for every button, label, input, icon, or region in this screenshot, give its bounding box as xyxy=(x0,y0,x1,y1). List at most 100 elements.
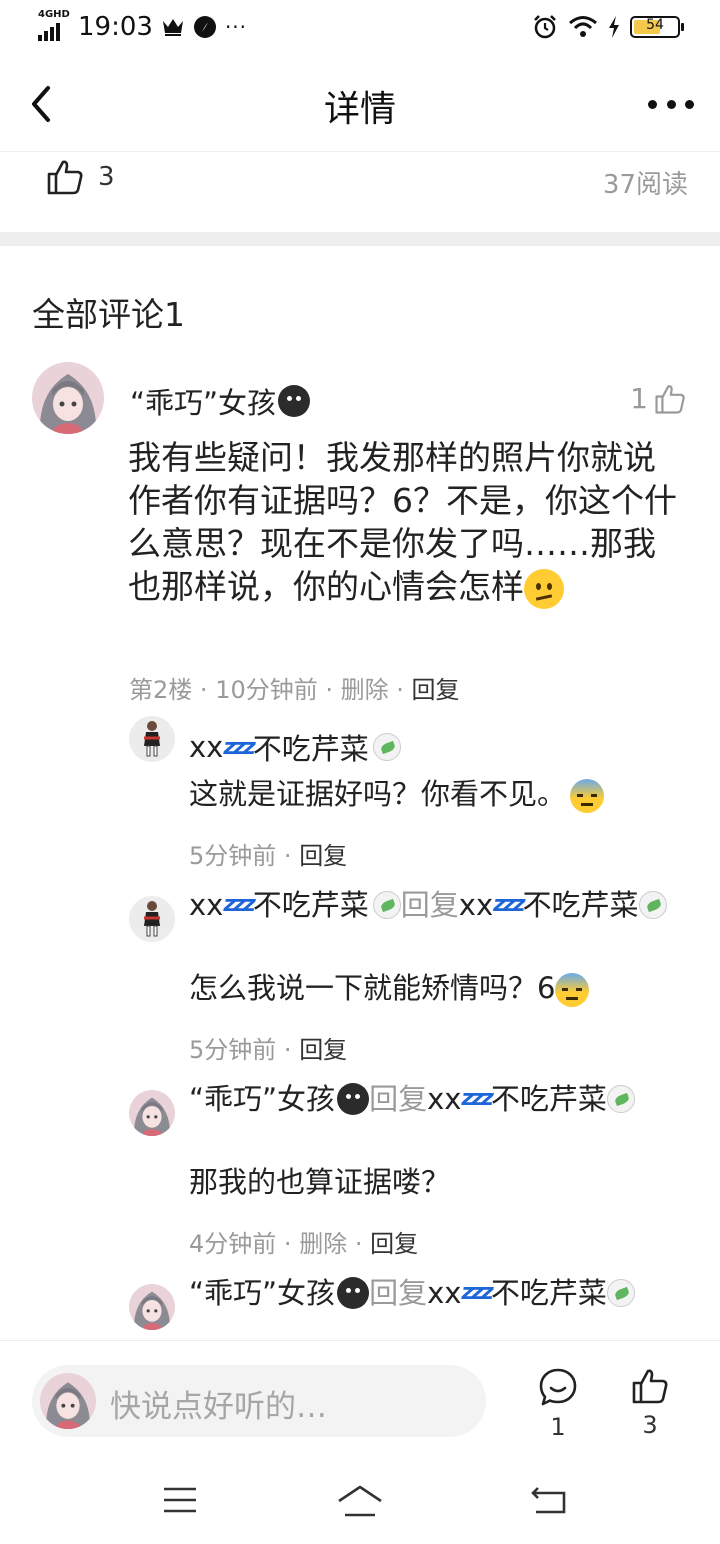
reply-target-suffix: 不吃芹菜 xyxy=(490,1082,607,1116)
reply-to-label: 回复 xyxy=(369,1082,428,1116)
cold-sweat-face-icon xyxy=(570,779,605,813)
avatar[interactable] xyxy=(129,716,175,762)
reply-text: 怎么我说一下就能矫情吗？6 xyxy=(189,968,689,1008)
battery-icon: 54 xyxy=(630,16,684,38)
leaf-icon xyxy=(606,1279,635,1307)
comment-count: 1 xyxy=(550,1413,566,1441)
reply-meta: 5分钟前 · 回复 xyxy=(189,842,348,870)
home-button[interactable] xyxy=(336,1484,384,1524)
reply-author-name: “乖巧”女孩 xyxy=(189,1276,336,1310)
comment-time: 10分钟前 xyxy=(215,676,318,704)
chat-bubble-icon xyxy=(539,1368,577,1406)
comment-like-count: 1 xyxy=(630,382,648,415)
charging-icon xyxy=(609,16,619,38)
section-divider xyxy=(0,232,720,246)
reply-author[interactable]: xx zzz 不吃芹菜 回复 xx zzz 不吃芹菜 xyxy=(189,886,689,924)
reply-author[interactable]: “乖巧”女孩 回复 xx zzz 不吃芹菜 xyxy=(189,1080,689,1118)
reply-target-name[interactable]: xx xyxy=(427,1274,461,1312)
zzz-icon: zzz xyxy=(223,892,255,917)
reply-text-content: 这就是证据好吗？你看不见。 xyxy=(189,777,567,811)
comment-like-button[interactable]: 1 xyxy=(630,382,686,415)
leaf-icon xyxy=(638,891,667,919)
reply-target-suffix: 不吃芹菜 xyxy=(522,888,639,922)
alarm-icon xyxy=(534,15,556,39)
avatar[interactable] xyxy=(129,1090,175,1136)
avatar xyxy=(40,1373,96,1429)
reply-reply-button[interactable]: 回复 xyxy=(299,1036,347,1064)
reply-author-name: xx xyxy=(189,888,224,922)
reply-target-name[interactable]: xx xyxy=(459,886,493,924)
comment-count-button[interactable]: 1 xyxy=(533,1367,583,1441)
comment-text-content: 我有些疑问！我发那样的照片你就说作者你有证据吗？6？不是，你这个什么意思？现在不… xyxy=(128,438,677,606)
comment-input-placeholder: 快说点好听的… xyxy=(110,1389,327,1425)
status-left: 4GHD 19:03 ··· xyxy=(38,9,248,42)
zzz-icon: zzz xyxy=(223,734,255,760)
compass-icon xyxy=(193,16,216,38)
smiley-dark-icon xyxy=(278,385,311,417)
cold-sweat-face-icon xyxy=(555,973,590,1007)
reply-text-content: 那我的也算证据喽？ xyxy=(189,1165,451,1199)
like-button[interactable]: 3 xyxy=(625,1367,675,1439)
leaf-icon xyxy=(606,1085,635,1113)
network-type: 4GHD xyxy=(38,9,70,20)
system-nav-bar xyxy=(0,1460,720,1544)
menu-icon xyxy=(164,1487,196,1513)
comment-text: 我有些疑问！我发那样的照片你就说作者你有证据吗？6？不是，你这个什么意思？现在不… xyxy=(128,436,680,609)
comment-author[interactable]: “乖巧”女孩 xyxy=(130,380,311,422)
read-count: 37阅读 xyxy=(602,170,688,200)
comment-delete-button[interactable]: 删除 xyxy=(341,676,389,704)
like-count: 3 xyxy=(642,1411,658,1439)
comment-bar: 快说点好听的… 1 3 xyxy=(0,1340,720,1460)
status-bar: 4GHD 19:03 ··· 54 xyxy=(0,0,720,56)
avatar[interactable] xyxy=(129,1284,175,1330)
reply-target-suffix: 不吃芹菜 xyxy=(490,1276,607,1310)
reply-text: 那我的也算证据喽？ xyxy=(189,1162,689,1202)
reply-target-name[interactable]: xx xyxy=(427,1080,461,1118)
reply-delete-button[interactable]: 删除 xyxy=(299,1230,347,1258)
reply-text-content: 怎么我说一下就能矫情吗？6 xyxy=(189,971,556,1005)
signal-icon: 4GHD xyxy=(38,9,70,41)
status-more: ··· xyxy=(224,15,248,39)
reply-reply-button[interactable]: 回复 xyxy=(370,1230,418,1258)
reply-time: 5分钟前 xyxy=(189,1036,277,1064)
post-like-count: 3 xyxy=(98,162,115,192)
avatar[interactable] xyxy=(129,896,175,942)
more-button[interactable] xyxy=(648,82,694,126)
leaf-icon xyxy=(372,733,401,761)
zzz-icon: zzz xyxy=(461,1280,493,1305)
return-button[interactable] xyxy=(530,1484,568,1520)
reply-author[interactable]: xx zzz 不吃芹菜 xyxy=(189,726,401,768)
status-right: 54 xyxy=(532,14,684,40)
home-icon xyxy=(338,1485,382,1517)
thumbs-up-icon xyxy=(47,160,83,195)
comment-meta: 第2楼 · 10分钟前 · 删除 · 回复 xyxy=(129,676,460,704)
smiley-dark-icon xyxy=(337,1277,370,1309)
crown-icon xyxy=(162,19,183,36)
reply-time: 4分钟前 xyxy=(189,1230,277,1258)
reply-author-suffix: 不吃芹菜 xyxy=(252,732,369,766)
status-time: 19:03 xyxy=(78,12,153,42)
battery-level: 54 xyxy=(646,17,664,33)
smiley-dark-icon xyxy=(337,1083,370,1115)
more-dots-icon xyxy=(648,99,657,109)
post-stats: 3 37阅读 xyxy=(0,152,720,232)
comment-input[interactable]: 快说点好听的… xyxy=(32,1365,486,1437)
reply-reply-button[interactable]: 回复 xyxy=(299,842,347,870)
comment-floor: 第2楼 xyxy=(129,676,193,704)
menu-button[interactable] xyxy=(162,1484,198,1520)
reply-author[interactable]: “乖巧”女孩 回复 xx zzz 不吃芹菜 xyxy=(189,1274,689,1312)
worried-face-icon xyxy=(524,568,564,609)
avatar[interactable] xyxy=(32,362,104,434)
nav-bar: 详情 xyxy=(0,56,720,152)
reply-to-label: 回复 xyxy=(400,888,459,922)
leaf-icon xyxy=(372,891,401,919)
comment-reply-button[interactable]: 回复 xyxy=(412,676,460,704)
post-like-button[interactable]: 3 xyxy=(46,158,115,196)
comment-author-name: “乖巧”女孩 xyxy=(130,386,277,420)
wifi-icon xyxy=(569,16,597,37)
reply-meta: 4分钟前 · 删除 · 回复 xyxy=(189,1230,419,1258)
reply-author-name: “乖巧”女孩 xyxy=(189,1082,336,1116)
reply-time: 5分钟前 xyxy=(189,842,277,870)
reply-author-suffix: 不吃芹菜 xyxy=(252,888,369,922)
zzz-icon: zzz xyxy=(461,1086,493,1111)
